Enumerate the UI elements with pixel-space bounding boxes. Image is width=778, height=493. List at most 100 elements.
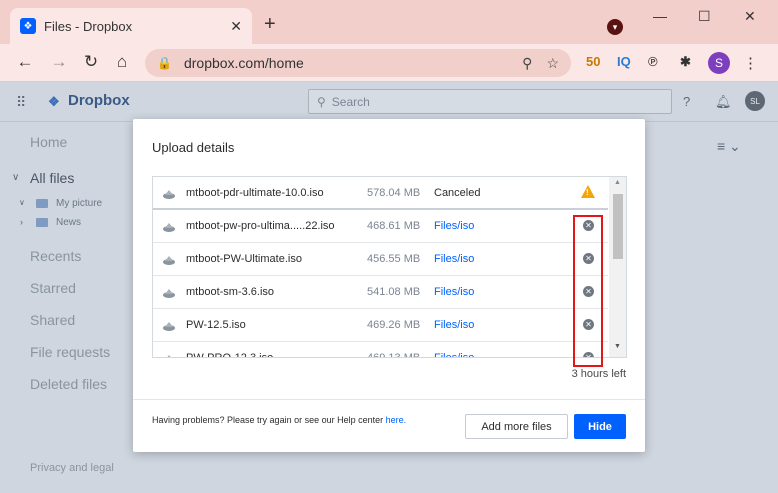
search-icon: ⚲ <box>317 94 326 109</box>
chevron-down-icon[interactable]: ∨ <box>19 198 25 207</box>
cancel-buttons-highlight <box>573 215 603 367</box>
browser-tab[interactable]: ❖ Files - Dropbox ✕ <box>10 8 252 44</box>
dropbox-logo-icon: ❖ <box>48 93 60 109</box>
home-icon[interactable]: ⌂ <box>111 52 133 72</box>
browser-profile-avatar[interactable]: S <box>708 52 730 74</box>
lock-icon: 🔒 <box>157 56 172 70</box>
upload-list: mtboot-pdr-ultimate-10.0.iso 578.04 MB Can… <box>152 176 627 358</box>
address-bar[interactable]: 🔒 dropbox.com/home ⚲ ☆ <box>145 49 571 77</box>
dropbox-logo[interactable]: ❖ Dropbox <box>48 92 130 109</box>
disc-image-file-icon <box>162 319 176 331</box>
folder-label: News <box>56 217 82 228</box>
extensions-puzzle-icon[interactable]: ✱ <box>680 54 691 70</box>
upload-details-dialog: Upload details mtboot-pdr-ultimate-10.0.… <box>133 119 645 452</box>
disc-image-file-icon <box>162 187 176 199</box>
time-remaining: 3 hours left <box>571 368 626 380</box>
tab-title: Files - Dropbox <box>44 18 133 34</box>
browser-tab-bar: ❖ Files - Dropbox ✕ + ▾ — ☐ ✕ <box>0 0 778 44</box>
profile-menu-icon[interactable]: ▾ <box>607 19 623 35</box>
extension-iq-icon[interactable]: IQ <box>617 54 631 69</box>
scrollbar-thumb[interactable] <box>613 194 623 259</box>
help-icon[interactable]: ? <box>683 94 690 109</box>
dialog-title: Upload details <box>152 140 235 155</box>
close-window-button[interactable]: ✕ <box>744 8 756 25</box>
disc-image-file-icon <box>162 220 176 232</box>
forward-arrow-icon[interactable]: → <box>48 52 70 72</box>
sidebar-item-file-requests[interactable]: File requests <box>30 344 110 360</box>
sidebar-item-home[interactable]: Home <box>30 134 67 150</box>
upload-row: PW-PRO-12.3.iso 469.13 MB Files/iso ✕ <box>153 342 608 358</box>
disc-image-file-icon <box>162 253 176 265</box>
file-size: 468.61 MB <box>367 220 421 232</box>
help-text: Having problems? Please try again or see… <box>152 414 412 426</box>
upload-row: mtboot-pw-pro-ultima.....22.iso 468.61 MB… <box>153 210 608 243</box>
scroll-up-icon[interactable]: ▲ <box>614 179 621 186</box>
file-name: PW-PRO-12.3.iso <box>186 352 274 358</box>
folder-label: My picture <box>56 198 103 209</box>
tab-close-icon[interactable]: ✕ <box>230 18 242 35</box>
destination-folder-link[interactable]: Files/iso <box>434 319 474 331</box>
dropbox-favicon-icon: ❖ <box>20 18 36 34</box>
file-size: 456.55 MB <box>367 253 421 265</box>
sidebar-item-deleted-files[interactable]: Deleted files <box>30 376 107 392</box>
hide-button[interactable]: Hide <box>574 414 626 439</box>
sidebar-item-all-files[interactable]: All files <box>30 170 74 186</box>
destination-folder-link[interactable]: Files/iso <box>434 220 474 232</box>
upload-row: mtboot-PW-Ultimate.iso 456.55 MB Files/iso… <box>153 243 608 276</box>
file-name: mtboot-sm-3.6.iso <box>186 286 275 298</box>
help-center-link[interactable]: here. <box>386 415 407 425</box>
sidebar-item-starred[interactable]: Starred <box>30 280 76 296</box>
upload-row: mtboot-pdr-ultimate-10.0.iso 578.04 MB Can… <box>153 177 608 210</box>
folder-news[interactable]: News <box>36 217 81 228</box>
brand-name: Dropbox <box>68 92 130 109</box>
help-message: Having problems? Please try again or see… <box>152 415 384 425</box>
bookmark-star-icon[interactable]: ☆ <box>546 55 559 72</box>
disc-image-file-icon <box>162 286 176 298</box>
destination-folder-link[interactable]: Files/iso <box>434 253 474 265</box>
folder-icon <box>36 218 48 227</box>
folder-icon <box>36 199 48 208</box>
browser-menu-icon[interactable]: ⋮ <box>743 54 758 72</box>
extension-p-icon[interactable]: ℗ <box>648 54 658 69</box>
zoom-icon[interactable]: ⚲ <box>522 55 532 72</box>
add-more-files-button[interactable]: Add more files <box>465 414 568 439</box>
search-input[interactable]: ⚲ Search <box>308 89 672 114</box>
file-name: mtboot-PW-Ultimate.iso <box>186 253 302 265</box>
file-size: 469.13 MB <box>367 352 421 358</box>
user-avatar[interactable]: SL <box>745 91 765 111</box>
browser-toolbar: ← → ↻ ⌂ 🔒 dropbox.com/home ⚲ ☆ 50 IQ ℗ ✱… <box>0 44 778 82</box>
upload-row: mtboot-sm-3.6.iso 541.08 MB Files/iso ✕ <box>153 276 608 309</box>
disc-image-file-icon <box>162 352 176 357</box>
destination-folder-link[interactable]: Files/iso <box>434 352 474 357</box>
minimize-button[interactable]: — <box>653 8 667 24</box>
app-launcher-icon[interactable]: ⠿ <box>16 94 26 111</box>
scrollbar[interactable]: ▲ ▼ <box>609 177 626 357</box>
file-size: 578.04 MB <box>367 186 421 199</box>
extension-50-icon[interactable]: 50 <box>586 54 600 69</box>
url-text: dropbox.com/home <box>183 55 304 71</box>
sidebar-item-recents[interactable]: Recents <box>30 248 81 264</box>
folder-my-picture[interactable]: My picture <box>36 198 102 209</box>
scroll-down-icon[interactable]: ▼ <box>614 343 621 350</box>
dialog-footer: Having problems? Please try again or see… <box>133 399 645 452</box>
file-size: 541.08 MB <box>367 286 421 298</box>
file-name: mtboot-pdr-ultimate-10.0.iso <box>186 186 324 199</box>
destination-folder-link[interactable]: Files/iso <box>434 286 474 298</box>
back-arrow-icon[interactable]: ← <box>14 52 36 72</box>
notifications-bell-icon[interactable]: 🔔︎ <box>715 94 732 110</box>
file-name: PW-12.5.iso <box>186 319 246 331</box>
sidebar-item-shared[interactable]: Shared <box>30 312 75 328</box>
chevron-down-icon[interactable]: ∨ <box>12 172 19 183</box>
file-size: 469.26 MB <box>367 319 421 331</box>
search-placeholder: Search <box>331 94 370 109</box>
new-tab-button[interactable]: + <box>264 14 276 34</box>
reload-icon[interactable]: ↻ <box>80 52 102 72</box>
upload-row: PW-12.5.iso 469.26 MB Files/iso ✕ <box>153 309 608 342</box>
privacy-legal-link[interactable]: Privacy and legal <box>30 462 114 474</box>
warning-icon: ! <box>581 185 595 198</box>
app-header: ⠿ ❖ Dropbox ⚲ Search ? 🔔︎ SL <box>0 82 778 122</box>
maximize-button[interactable]: ☐ <box>698 8 711 25</box>
file-name: mtboot-pw-pro-ultima.....22.iso <box>186 220 335 232</box>
list-view-icon[interactable]: ≡ ⌄ <box>717 138 741 155</box>
chevron-right-icon[interactable]: › <box>20 217 23 227</box>
